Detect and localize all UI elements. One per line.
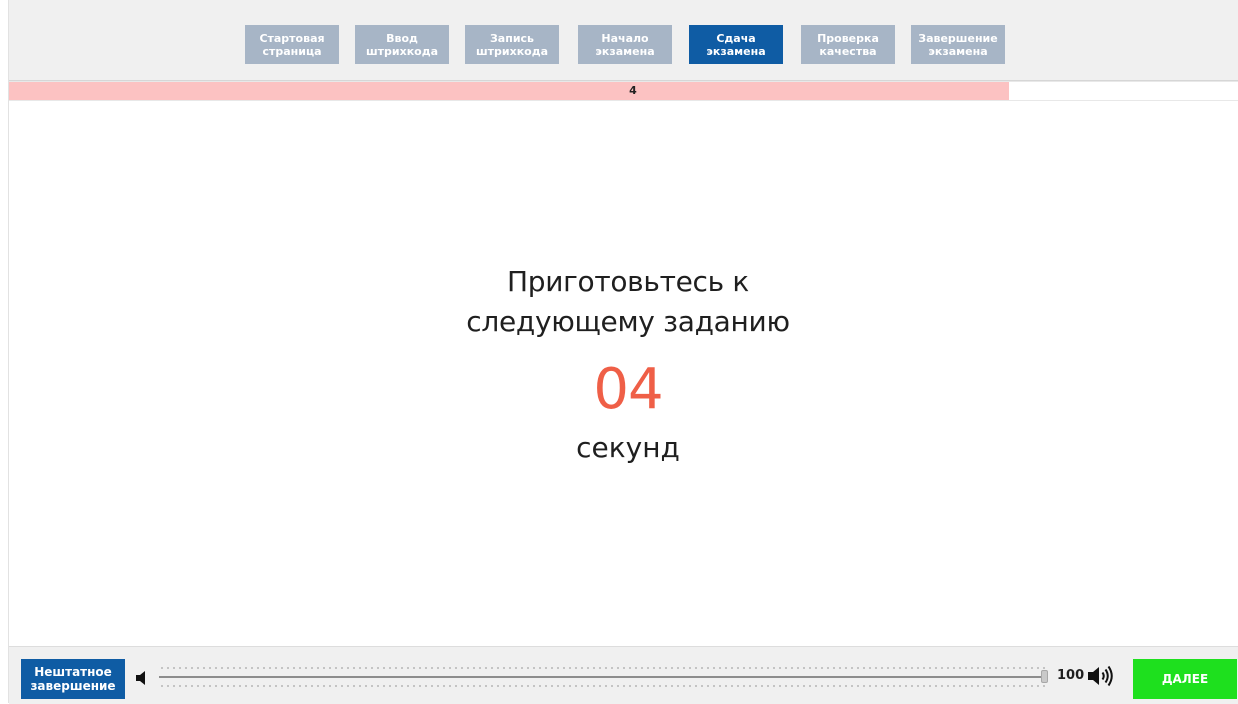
slider-fill: [159, 676, 1043, 678]
next-button[interactable]: ДАЛЕЕ: [1133, 659, 1237, 699]
task-progress-bar: 4: [9, 81, 1238, 101]
countdown-unit: секунд: [576, 431, 680, 464]
tab-label-line1: Сдача: [716, 31, 756, 45]
tab-label-line2: экзамена: [928, 44, 988, 58]
tab-label-line2: качества: [819, 44, 877, 58]
tab-label-line2: экзамена: [595, 44, 655, 58]
prepare-message: Приготовьтесь к следующему заданию: [9, 262, 1238, 342]
footer-bar: Нештатное завершение 100 ДАЛЕЕ: [9, 646, 1238, 704]
slider-dots-top: [159, 667, 1047, 669]
tab-label-line1: Завершение: [918, 31, 998, 45]
prepare-message-line1: Приготовьтесь к: [506, 265, 750, 298]
abort-label-line2: завершение: [30, 679, 116, 693]
task-number-label: 4: [629, 84, 637, 97]
volume-slider[interactable]: [159, 661, 1048, 691]
speaker-low-icon[interactable]: [134, 670, 150, 686]
volume-value: 100: [1057, 668, 1085, 683]
tab-exam-finish[interactable]: Завершение экзамена: [911, 25, 1005, 64]
slider-dots-bottom: [159, 685, 1047, 687]
tab-barcode-input[interactable]: Ввод штрихкода: [355, 25, 449, 64]
tab-label-line1: Ввод: [386, 31, 418, 45]
abort-label-line1: Нештатное: [34, 665, 112, 679]
tab-label-line1: Стартовая: [259, 31, 325, 45]
tab-quality-check[interactable]: Проверка качества: [801, 25, 895, 64]
volume-slider-handle[interactable]: [1041, 670, 1048, 683]
tab-label-line2: штрихкода: [475, 44, 549, 58]
tab-label-line2: экзамена: [706, 44, 766, 58]
step-header: Стартовая страница Ввод штрихкода Запись…: [9, 0, 1238, 81]
tab-label-line1: Проверка: [817, 31, 879, 45]
countdown-value: 04: [593, 357, 663, 422]
tab-start-page[interactable]: Стартовая страница: [245, 25, 339, 64]
tab-label-line2: страница: [262, 44, 322, 58]
tab-barcode-record[interactable]: Запись штрихкода: [465, 25, 559, 64]
prepare-message-line2: следующему заданию: [466, 305, 790, 338]
emergency-finish-button[interactable]: Нештатное завершение: [21, 659, 125, 699]
tab-label-line1: Запись: [489, 31, 535, 45]
tab-exam-taking[interactable]: Сдача экзамена: [689, 25, 783, 64]
tab-label-line2: штрихкода: [365, 44, 439, 58]
exam-app: Стартовая страница Ввод штрихкода Запись…: [8, 0, 1238, 704]
tab-exam-start[interactable]: Начало экзамена: [578, 25, 672, 64]
speaker-high-icon[interactable]: [1087, 665, 1115, 687]
tab-label-line1: Начало: [601, 31, 649, 45]
